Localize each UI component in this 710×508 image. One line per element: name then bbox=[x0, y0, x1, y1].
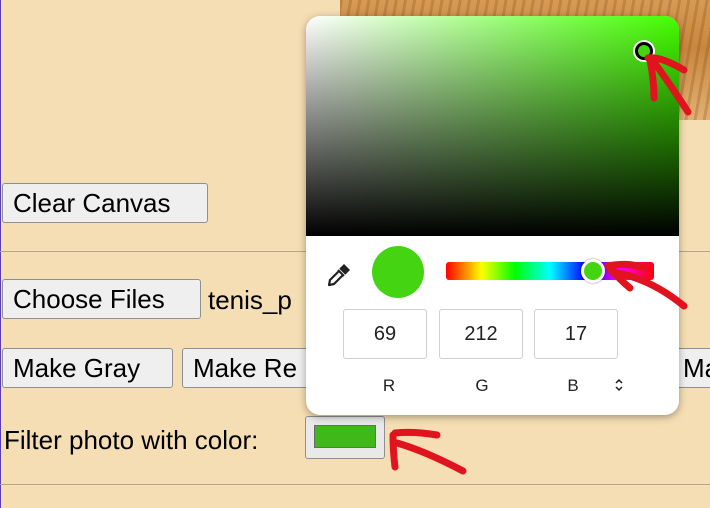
annotation-arrow-icon bbox=[644, 54, 692, 116]
blue-label: B bbox=[567, 376, 579, 395]
divider bbox=[0, 484, 710, 485]
format-toggle-icon[interactable] bbox=[614, 377, 624, 393]
page-left-border bbox=[0, 0, 1, 508]
color-preview bbox=[372, 246, 424, 298]
color-picker-popup: 69 212 17 R G B bbox=[306, 16, 679, 415]
filter-color-label: Filter photo with color: bbox=[4, 425, 259, 455]
green-label: G bbox=[475, 376, 489, 395]
annotation-arrow-icon bbox=[604, 260, 688, 310]
clear-canvas-button[interactable]: Clear Canvas bbox=[2, 183, 208, 223]
annotation-arrow-icon bbox=[389, 428, 467, 475]
green-value-input[interactable]: 212 bbox=[439, 309, 523, 359]
color-swatch bbox=[314, 425, 376, 448]
make-red-button[interactable]: Make Re bbox=[182, 348, 312, 388]
make-gray-button[interactable]: Make Gray bbox=[2, 348, 173, 388]
filter-color-input[interactable] bbox=[305, 416, 385, 459]
choose-files-button[interactable]: Choose Files bbox=[2, 279, 201, 319]
saturation-value-area[interactable] bbox=[306, 16, 679, 236]
file-name: tenis_p bbox=[208, 285, 292, 315]
eyedropper-icon[interactable] bbox=[324, 260, 354, 290]
red-value-input[interactable]: 69 bbox=[343, 309, 427, 359]
red-label: R bbox=[382, 376, 396, 395]
